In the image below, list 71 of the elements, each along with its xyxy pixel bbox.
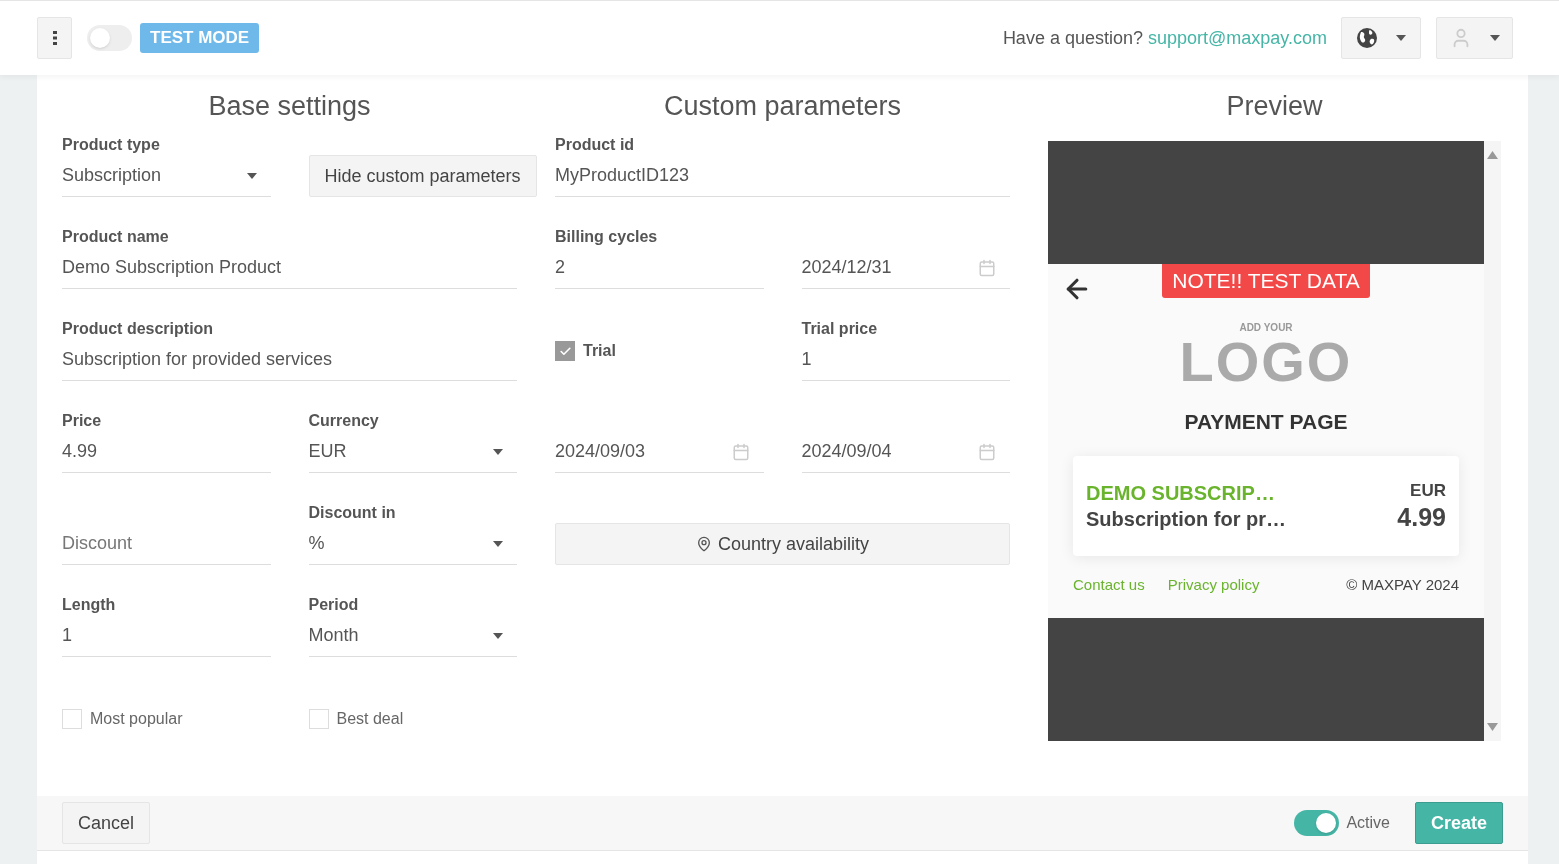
calendar-icon (731, 442, 750, 461)
logo: LOGO (1179, 334, 1353, 390)
field-label: Period (308, 596, 359, 613)
text-field[interactable]: 4.99 (62, 431, 271, 473)
text-field[interactable]: 2 (555, 247, 764, 289)
caret-icon (493, 540, 503, 547)
active-label: Active (1346, 813, 1390, 833)
payment-page-title: PAYMENT PAGE (1184, 409, 1348, 435)
calendar-icon (978, 258, 996, 277)
select-field[interactable]: % (308, 523, 517, 565)
field-label: Currency (308, 412, 379, 429)
checkbox[interactable] (62, 709, 82, 729)
section-title: Custom parameters (662, 90, 903, 123)
checkbox-label: Best deal (336, 709, 404, 729)
logo-caption: ADD YOUR (1239, 322, 1293, 334)
field-label: Product name (62, 228, 169, 245)
checkbox-label: Most popular (90, 709, 183, 729)
field-label: Product id (555, 136, 635, 153)
text-field[interactable]: 1 (62, 615, 271, 657)
scroll-down-icon[interactable] (1487, 723, 1498, 731)
caret-icon (493, 632, 503, 639)
select-field[interactable]: EUR (308, 431, 517, 473)
text-field[interactable]: 1 (801, 339, 1010, 381)
caret-icon (246, 172, 257, 179)
menu-button[interactable] (37, 17, 72, 59)
test-mode-badge: TEST MODE (140, 23, 260, 53)
help-text: Have a question? (1002, 26, 1143, 50)
copyright: © MAXPAY 2024 (1346, 574, 1459, 595)
caret-icon (493, 448, 503, 455)
field-label: Length (62, 596, 116, 613)
country-availability-button[interactable]: Country availability (555, 523, 1010, 565)
text-field[interactable]: Demo Subscription Product (62, 247, 517, 289)
caret-icon (1489, 35, 1500, 41)
select-field[interactable]: Month (308, 615, 517, 657)
date-field[interactable]: 2024/09/03 (555, 431, 764, 473)
section-title: Preview (1225, 90, 1324, 123)
globe-icon (1356, 27, 1378, 49)
scroll-up-icon[interactable] (1487, 151, 1498, 159)
calendar-icon (978, 442, 996, 461)
text-field[interactable]: Subscription for provided services (62, 339, 517, 381)
scrollbar[interactable] (1484, 141, 1501, 741)
field-label: Product type (62, 136, 160, 153)
vertical-dots-icon (52, 31, 57, 45)
language-button[interactable] (1341, 17, 1421, 59)
user-menu-button[interactable] (1436, 17, 1513, 59)
location-pin-icon (695, 536, 712, 552)
caret-icon (1396, 35, 1406, 41)
hide-custom-parameters-button[interactable]: Hide custom parameters (308, 155, 537, 197)
checkbox-label: Trial (583, 341, 616, 361)
field-label: Product description (62, 320, 214, 337)
date-field[interactable]: 2024/12/31 (801, 247, 1010, 289)
test-data-badge: NOTE!! TEST DATA (1162, 264, 1370, 298)
field-label: Trial price (801, 320, 878, 337)
checkbox[interactable] (555, 341, 575, 361)
price: 4.99 (1397, 501, 1446, 532)
text-field[interactable]: MyProductID123 (555, 155, 1010, 197)
product-description: Subscription for pr… (1086, 506, 1286, 532)
text-field[interactable]: Discount (62, 523, 271, 565)
date-field[interactable]: 2024/09/04 (801, 431, 1010, 473)
product-name: DEMO SUBSCRIP… (1086, 480, 1276, 506)
field-label: Price (62, 412, 102, 429)
check-icon (558, 344, 572, 358)
checkbox[interactable] (308, 709, 329, 729)
field-label: Discount in (308, 504, 396, 521)
toggle-switch[interactable] (1294, 810, 1340, 836)
field-label: Billing cycles (555, 228, 658, 245)
cancel-button[interactable]: Cancel (62, 802, 151, 844)
currency: EUR (1410, 479, 1446, 502)
section-title: Base settings (207, 90, 372, 123)
select-field[interactable]: Subscription (62, 155, 271, 197)
toggle-switch[interactable] (87, 25, 132, 51)
